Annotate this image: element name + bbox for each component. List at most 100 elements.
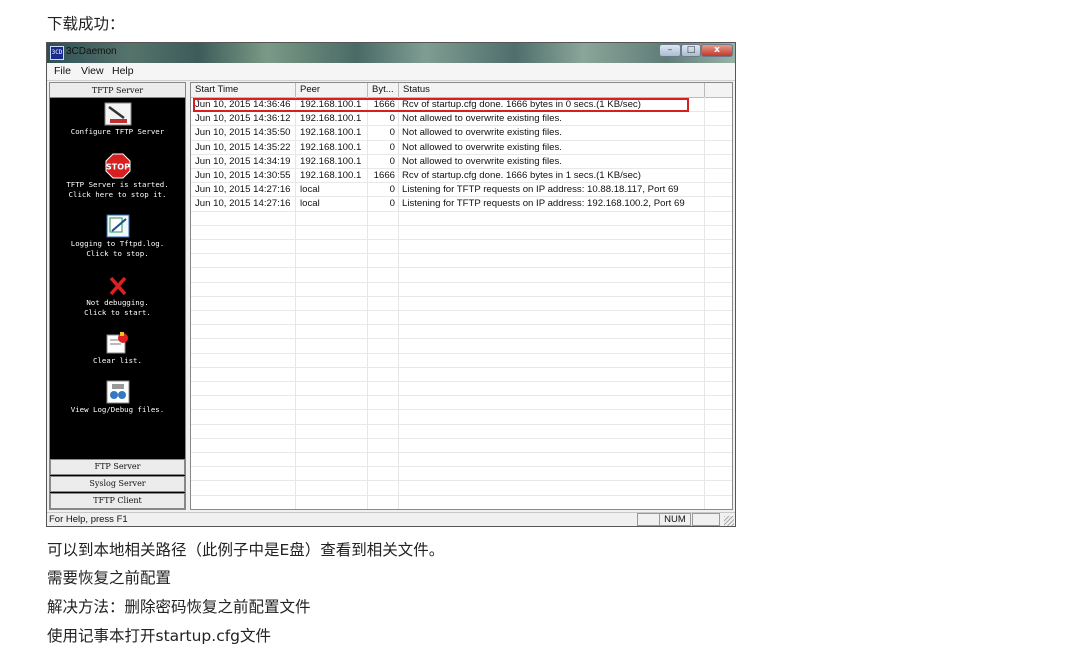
minimize-button[interactable]: – [659,44,681,57]
cell-start-time: Jun 10, 2015 14:30:55 [195,170,291,181]
cell-bytes: 1666 [373,99,395,110]
tool-label-debugging: Not debugging. Click to start. [84,298,151,317]
table-row-empty [191,467,732,482]
tool-label-logging: Logging to Tftpd.log. Click to stop. [70,239,165,258]
table-row-empty [191,240,732,255]
title-bar[interactable]: 3CD 3CDaemon – □ x [47,43,735,63]
tool-debugging[interactable]: Not debugging. Click to start. [50,275,185,317]
cell-peer: 192.168.100.1 [300,141,362,153]
clear-list-icon [106,332,128,354]
cell-bytes: 0 [389,113,395,125]
cell-status: Not allowed to overwrite existing files. [402,155,562,167]
status-bar: For Help, press F1 NUM [47,512,735,526]
status-scrl-pane [692,513,720,526]
doc-line-solution: 解决方法：删除密码恢复之前配置文件 [47,598,311,616]
cell-start-time: Jun 10, 2015 14:36:46 [195,99,291,110]
table-row-empty [191,439,732,453]
table-row[interactable]: Jun 10, 2015 14:34:19 192.168.100.1 0 Not a… [191,155,732,169]
cell-start-time: Jun 10, 2015 14:27:16 [195,198,291,210]
list-header: Start Time Peer Byt... Status [191,83,732,98]
column-header-peer[interactable]: Peer [296,83,368,97]
tool-stop-server[interactable]: STOP TFTP Server is started. Click here … [50,153,185,199]
tool-label-configure: Configure TFTP Server [70,127,165,136]
table-row[interactable]: Jun 10, 2015 14:35:22 192.168.100.1 0 Not a… [191,141,732,155]
cell-start-time: Jun 10, 2015 14:27:16 [195,184,291,196]
menu-file[interactable]: File [54,65,71,77]
app-icon: 3CD [50,46,64,60]
menu-help[interactable]: Help [112,65,134,77]
app-window-3cdaemon: 3CD 3CDaemon – □ x File View Help TFTP S… [46,42,736,527]
cell-peer: 192.168.100.1 [300,155,362,167]
cell-bytes: 0 [389,141,395,153]
table-row[interactable]: Jun 10, 2015 14:36:12 192.168.100.1 0 Not a… [191,112,732,127]
tab-tftp-client[interactable]: TFTP Client [50,493,185,509]
cell-peer: local [300,184,320,196]
status-num-indicator: NUM [659,513,691,526]
table-row[interactable]: Jun 10, 2015 14:27:16 local 0 Listening for… [191,183,732,198]
tab-ftp-server[interactable]: FTP Server [50,459,185,475]
tool-clear-list[interactable]: Clear list. [50,331,185,366]
cell-peer: 192.168.100.1 [300,170,362,181]
tool-sidebar: TFTP Server Configure TFTP Server STOP T… [49,82,186,510]
tab-syslog-server[interactable]: Syslog Server [50,476,185,492]
table-row-empty [191,496,732,509]
table-row[interactable]: Jun 10, 2015 14:36:46 192.168.100.1 1666 Rc… [191,98,732,113]
cell-status: Listening for TFTP requests on IP addres… [402,184,679,196]
view-log-icon [106,380,129,404]
tool-label-clear-list: Clear list. [93,356,142,365]
table-row-empty [191,481,732,496]
cell-status: Rcv of startup.cfg done. 1666 bytes in 1… [402,170,641,181]
caption-download-success: 下载成功： [47,15,125,33]
table-row-empty [191,226,732,240]
close-button[interactable]: x [701,44,733,57]
menu-view[interactable]: View [81,65,104,77]
table-row-empty [191,410,732,425]
table-row-empty [191,283,732,297]
column-header-status[interactable]: Status [399,83,705,97]
table-row-empty [191,297,732,311]
cell-peer: 192.168.100.1 [300,99,362,110]
column-header-start-time[interactable]: Start Time [191,83,296,97]
sidebar-header-tftp-server[interactable]: TFTP Server [50,83,185,98]
transfer-list[interactable]: Start Time Peer Byt... Status Jun 10, 20… [190,82,733,510]
doc-line-local-path: 可以到本地相关路径（此例子中是E盘）查看到相关文件。 [47,541,445,559]
cell-start-time: Jun 10, 2015 14:34:19 [195,155,291,167]
tool-logging[interactable]: Logging to Tftpd.log. Click to stop. [50,214,185,258]
cell-peer: local [300,198,320,210]
table-row[interactable]: Jun 10, 2015 14:30:55 192.168.100.1 1666 Rc… [191,169,732,184]
table-row-empty [191,325,732,340]
cell-peer: 192.168.100.1 [300,127,362,139]
menu-bar: File View Help [47,63,735,81]
cell-status: Not allowed to overwrite existing files. [402,141,562,153]
stop-icon-text: STOP [106,163,130,172]
resize-grip[interactable] [724,516,734,526]
logging-icon [106,214,129,238]
stop-icon: STOP [105,153,130,179]
cell-status: Not allowed to overwrite existing files. [402,113,562,125]
cell-bytes: 0 [389,155,395,167]
table-row[interactable]: Jun 10, 2015 14:27:16 local 0 Listening for… [191,197,732,212]
cell-status: Rcv of startup.cfg done. 1666 bytes in 0… [402,99,641,110]
doc-line-restore-config: 需要恢复之前配置 [47,569,172,587]
cell-bytes: 0 [389,127,395,139]
tool-label-server-started: TFTP Server is started. Click here to st… [66,180,169,199]
table-row-empty [191,382,732,397]
tool-view-log[interactable]: View Log/Debug files. [50,380,185,415]
debug-icon [109,276,126,296]
cell-bytes: 0 [389,184,395,196]
table-row-empty [191,425,732,439]
tool-label-view-log: View Log/Debug files. [70,405,165,414]
table-row[interactable]: Jun 10, 2015 14:35:50 192.168.100.1 0 Not a… [191,126,732,141]
table-row-empty [191,268,732,283]
configure-icon [104,102,131,126]
window-title: 3CDaemon [66,46,117,57]
status-help-text: For Help, press F1 [49,514,128,525]
column-header-bytes[interactable]: Byt... [368,83,399,97]
tool-configure-tftp[interactable]: Configure TFTP Server [50,102,185,137]
table-row-empty [191,212,732,226]
table-row-empty [191,339,732,354]
cell-bytes: 1666 [373,170,395,181]
table-row-empty [191,453,732,468]
maximize-button[interactable]: □ [681,44,701,57]
cell-status: Listening for TFTP requests on IP addres… [402,198,685,210]
